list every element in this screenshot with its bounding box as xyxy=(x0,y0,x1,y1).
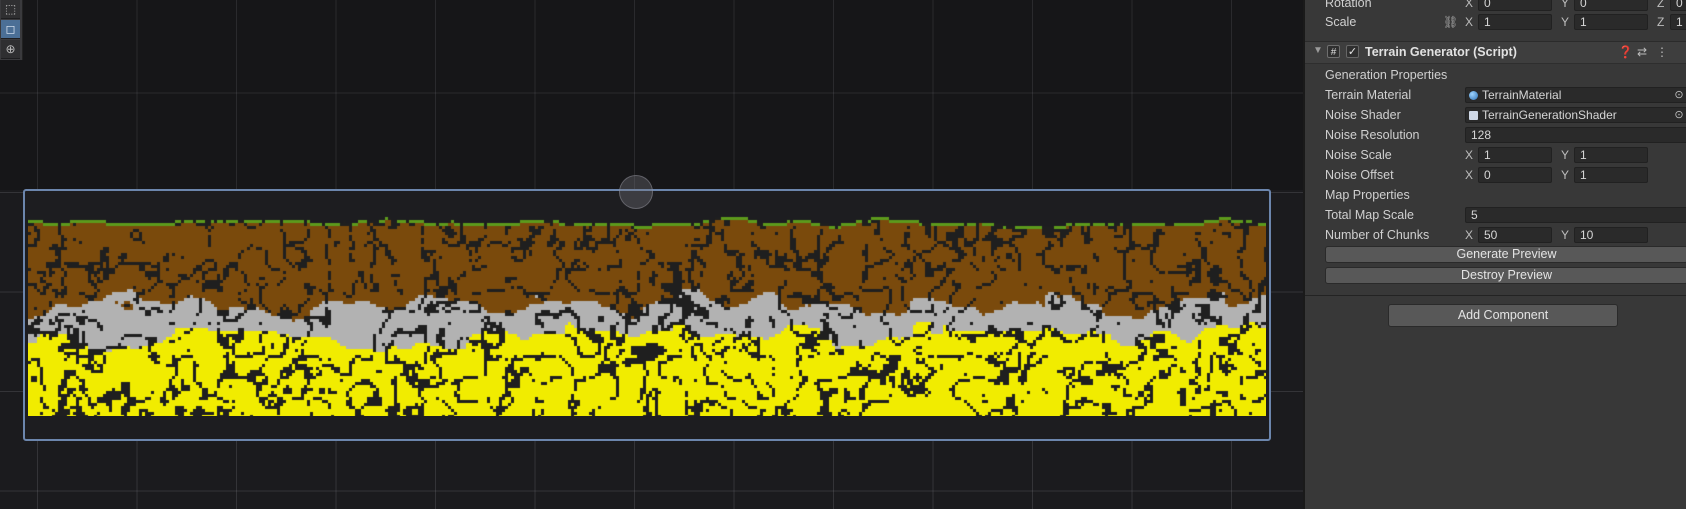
shader-icon xyxy=(1469,111,1478,120)
generate-preview-button[interactable]: Generate Preview xyxy=(1325,246,1686,263)
inspector-panel: Rotation X 0 Y 0 Z 0 Scale ⛓ X 1 Y 1 Z 1… xyxy=(1303,0,1686,509)
scale-y-field[interactable]: 1 xyxy=(1574,14,1648,30)
noise-offset-x-field[interactable]: 0 xyxy=(1478,167,1552,183)
scale-z-label[interactable]: Z xyxy=(1657,13,1664,31)
destroy-preview-button[interactable]: Destroy Preview xyxy=(1325,267,1686,284)
rotation-y-field[interactable]: 0 xyxy=(1574,0,1648,11)
component-title: Terrain Generator (Script) xyxy=(1365,45,1517,59)
rotation-x-label[interactable]: X xyxy=(1465,0,1473,12)
noise-offset-y-label[interactable]: Y xyxy=(1561,166,1569,184)
rotation-label: Rotation xyxy=(1325,0,1372,10)
number-of-chunks-row: Number of Chunks X 50 Y 10 xyxy=(1325,226,1686,244)
help-icon[interactable]: ❓ xyxy=(1618,44,1633,61)
terrain-preview xyxy=(28,211,1266,416)
component-enabled-checkbox[interactable]: ✓ xyxy=(1346,45,1359,58)
material-icon xyxy=(1469,91,1478,100)
noise-resolution-row: Noise Resolution 128 xyxy=(1325,126,1686,144)
object-picker-icon[interactable]: ⊙ xyxy=(1673,109,1685,121)
rotation-x-field[interactable]: 0 xyxy=(1478,0,1552,11)
noise-resolution-label: Noise Resolution xyxy=(1325,128,1420,142)
component-menu-icon[interactable]: ⋮ xyxy=(1656,44,1668,61)
map-properties-label: Map Properties xyxy=(1325,188,1410,202)
chunks-x-label[interactable]: X xyxy=(1465,226,1473,244)
scale-label: Scale xyxy=(1325,15,1357,29)
terrain-material-value: TerrainMaterial xyxy=(1482,88,1562,102)
noise-scale-row: Noise Scale X 1 Y 1 xyxy=(1325,146,1686,164)
terrain-material-label: Terrain Material xyxy=(1325,88,1412,102)
generation-properties-section: Generation Properties xyxy=(1325,66,1686,84)
terrain-material-field[interactable]: TerrainMaterial ⊙ xyxy=(1465,87,1686,103)
constrain-proportions-icon[interactable]: ⛓ xyxy=(1443,13,1458,31)
total-map-scale-row: Total Map Scale 5 xyxy=(1325,206,1686,224)
noise-offset-label: Noise Offset xyxy=(1325,168,1394,182)
generation-properties-label: Generation Properties xyxy=(1325,68,1448,82)
chunks-y-label[interactable]: Y xyxy=(1561,226,1569,244)
noise-shader-field[interactable]: TerrainGenerationShader ⊙ xyxy=(1465,107,1686,123)
rotation-z-label[interactable]: Z xyxy=(1657,0,1664,12)
terrain-selection-outline[interactable] xyxy=(23,189,1271,441)
transform-tool-icon[interactable]: ⊕ xyxy=(1,40,20,59)
number-of-chunks-label: Number of Chunks xyxy=(1325,228,1430,242)
noise-offset-y-field[interactable]: 1 xyxy=(1574,167,1648,183)
add-component-button[interactable]: Add Component xyxy=(1388,304,1618,327)
inspector-divider xyxy=(1305,295,1686,296)
noise-offset-row: Noise Offset X 0 Y 1 xyxy=(1325,166,1686,184)
scale-x-label[interactable]: X xyxy=(1465,13,1473,31)
script-icon: # xyxy=(1327,45,1340,58)
scene-sky xyxy=(0,0,1303,190)
noise-shader-label: Noise Shader xyxy=(1325,108,1401,122)
noise-shader-value: TerrainGenerationShader xyxy=(1482,108,1617,122)
foldout-arrow-icon[interactable]: ▼ xyxy=(1313,45,1323,56)
noise-scale-y-field[interactable]: 1 xyxy=(1574,147,1648,163)
terrain-material-row: Terrain Material TerrainMaterial ⊙ xyxy=(1325,86,1686,104)
rect-tool-icon[interactable]: ⬚ xyxy=(1,0,20,19)
scene-tool-strip: ⬚ ◻ ⊕ xyxy=(0,0,23,60)
total-map-scale-label: Total Map Scale xyxy=(1325,208,1414,222)
noise-scale-y-label[interactable]: Y xyxy=(1561,146,1569,164)
preset-icon[interactable]: ⇄ xyxy=(1637,44,1647,61)
rotation-y-label[interactable]: Y xyxy=(1561,0,1569,12)
total-map-scale-field[interactable]: 5 xyxy=(1465,207,1686,223)
noise-scale-x-field[interactable]: 1 xyxy=(1478,147,1552,163)
rotation-z-field[interactable]: 0 xyxy=(1670,0,1686,11)
chunks-y-field[interactable]: 10 xyxy=(1574,227,1648,243)
scale-tool-icon[interactable]: ◻ xyxy=(1,20,20,39)
rotation-row: Rotation X 0 Y 0 Z 0 xyxy=(1325,0,1686,12)
noise-shader-row: Noise Shader TerrainGenerationShader ⊙ xyxy=(1325,106,1686,124)
scale-x-field[interactable]: 1 xyxy=(1478,14,1552,30)
map-properties-section: Map Properties xyxy=(1325,186,1686,204)
noise-scale-label: Noise Scale xyxy=(1325,148,1392,162)
terrain-generator-header[interactable]: ▼ # ✓ Terrain Generator (Script) ❓ ⇄ ⋮ xyxy=(1305,41,1686,64)
scale-row: Scale ⛓ X 1 Y 1 Z 1 xyxy=(1325,13,1686,31)
noise-resolution-field[interactable]: 128 xyxy=(1465,127,1686,143)
scale-y-label[interactable]: Y xyxy=(1561,13,1569,31)
pivot-handle-icon[interactable] xyxy=(619,175,653,209)
scale-z-field[interactable]: 1 xyxy=(1670,14,1686,30)
chunks-x-field[interactable]: 50 xyxy=(1478,227,1552,243)
noise-scale-x-label[interactable]: X xyxy=(1465,146,1473,164)
scene-view[interactable]: ⬚ ◻ ⊕ xyxy=(0,0,1303,509)
noise-offset-x-label[interactable]: X xyxy=(1465,166,1473,184)
object-picker-icon[interactable]: ⊙ xyxy=(1673,89,1685,101)
